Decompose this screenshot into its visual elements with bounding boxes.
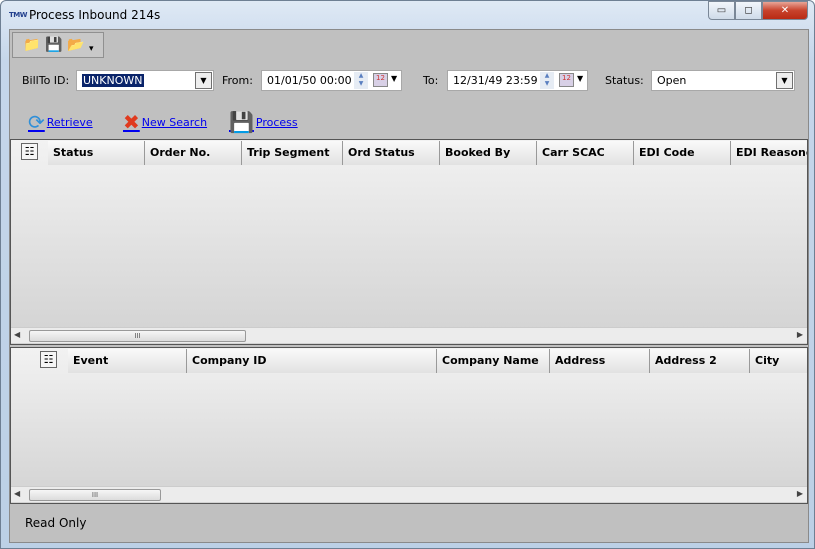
minimize-button[interactable]: ▭ <box>708 1 735 20</box>
column-header[interactable]: Status <box>48 141 145 165</box>
chevron-down-icon[interactable]: ▼ <box>776 72 793 89</box>
toolbar: 📁 💾 📂 ▾ <box>12 32 104 58</box>
chevron-down-icon[interactable]: ▼ <box>577 74 583 83</box>
window: TMW Process Inbound 214s ▭ ◻ ✕ 📁 💾 📂 ▾ B… <box>0 0 815 549</box>
column-header[interactable]: Order No. <box>145 141 242 165</box>
scroll-left-icon[interactable]: ◀ <box>14 330 20 339</box>
spin-icon[interactable]: ▲ ▼ <box>354 72 368 89</box>
chevron-down-icon[interactable]: ▼ <box>391 74 397 83</box>
toolbar-overflow-button[interactable]: ▾ <box>89 44 94 54</box>
column-header[interactable]: Event <box>68 349 187 373</box>
red-x-icon: ✖ <box>123 110 140 134</box>
orders-grid-header: Status Order No. Trip Segment Ord Status Boo… <box>48 141 807 165</box>
scroll-right-icon[interactable]: ▶ <box>797 330 803 339</box>
billto-label: BillTo ID: <box>22 74 70 87</box>
orders-grid: ☷ Status Order No. Trip Segment Ord Status B… <box>10 139 808 345</box>
column-header[interactable]: Trip Segment <box>242 141 343 165</box>
calendar-icon[interactable]: 12 <box>373 73 388 87</box>
new-search-label: New Search <box>141 115 208 129</box>
scroll-thumb[interactable]: III <box>29 330 246 342</box>
client-area: 📁 💾 📂 ▾ BillTo ID: UNKNOWN ▼ From: 01/01… <box>9 29 809 543</box>
column-header[interactable]: Carr SCAC <box>537 141 634 165</box>
from-datetime[interactable]: 01/01/50 00:00 ▲ ▼ 12 ▼ <box>261 70 402 91</box>
new-folder-icon[interactable]: 📁 <box>23 36 41 54</box>
billto-value: UNKNOWN <box>82 74 144 87</box>
to-label: To: <box>423 74 439 87</box>
spin-icon[interactable]: ▲ ▼ <box>540 72 554 89</box>
column-chooser-icon[interactable]: ☷ <box>21 143 38 160</box>
column-header[interactable]: City <box>750 349 807 373</box>
save-icon: 💾 <box>229 110 254 134</box>
column-header[interactable]: Ord Status <box>343 141 440 165</box>
process-label: Process <box>255 115 298 129</box>
column-header[interactable]: Company Name <box>437 349 550 373</box>
from-label: From: <box>222 74 253 87</box>
status-bar-text: Read Only <box>25 516 87 530</box>
to-value: 12/31/49 23:59 <box>453 74 538 87</box>
horizontal-scrollbar[interactable]: ◀ III ▶ <box>11 486 807 502</box>
events-grid-header: Event Company ID Company Name Address Addres… <box>68 349 807 373</box>
chevron-down-icon[interactable]: ▼ <box>195 72 212 89</box>
scroll-left-icon[interactable]: ◀ <box>14 489 20 498</box>
scroll-thumb[interactable]: III <box>29 489 161 501</box>
events-grid: ☷ Event Company ID Company Name Address Addr… <box>10 347 808 504</box>
status-value: Open <box>657 74 687 87</box>
window-title: Process Inbound 214s <box>29 8 161 22</box>
maximize-button[interactable]: ◻ <box>735 1 762 20</box>
status-combobox[interactable]: Open ▼ <box>651 70 795 91</box>
retrieve-label: Retrieve <box>46 115 93 129</box>
column-header[interactable]: Address 2 <box>650 349 750 373</box>
save-icon[interactable]: 💾 <box>45 36 63 54</box>
column-chooser-icon[interactable]: ☷ <box>40 351 57 368</box>
horizontal-scrollbar[interactable]: ◀ III ▶ <box>11 327 807 343</box>
column-header[interactable]: EDI Reasoncode <box>731 141 807 165</box>
scroll-right-icon[interactable]: ▶ <box>797 489 803 498</box>
from-value: 01/01/50 00:00 <box>267 74 352 87</box>
column-header[interactable]: Address <box>550 349 650 373</box>
refresh-icon: ⟳ <box>28 110 45 134</box>
billto-combobox[interactable]: UNKNOWN ▼ <box>76 70 214 91</box>
open-folder-icon[interactable]: 📂 <box>67 36 85 54</box>
new-search-button[interactable]: ✖ New Search <box>123 110 207 134</box>
column-header[interactable]: Company ID <box>187 349 437 373</box>
close-button[interactable]: ✕ <box>762 1 808 20</box>
retrieve-button[interactable]: ⟳ Retrieve <box>28 110 93 134</box>
app-logo: TMW <box>9 11 27 19</box>
status-label: Status: <box>605 74 644 87</box>
column-header[interactable]: Booked By <box>440 141 537 165</box>
process-button[interactable]: 💾 Process <box>229 110 298 134</box>
calendar-icon[interactable]: 12 <box>559 73 574 87</box>
to-datetime[interactable]: 12/31/49 23:59 ▲ ▼ 12 ▼ <box>447 70 588 91</box>
column-header[interactable]: EDI Code <box>634 141 731 165</box>
